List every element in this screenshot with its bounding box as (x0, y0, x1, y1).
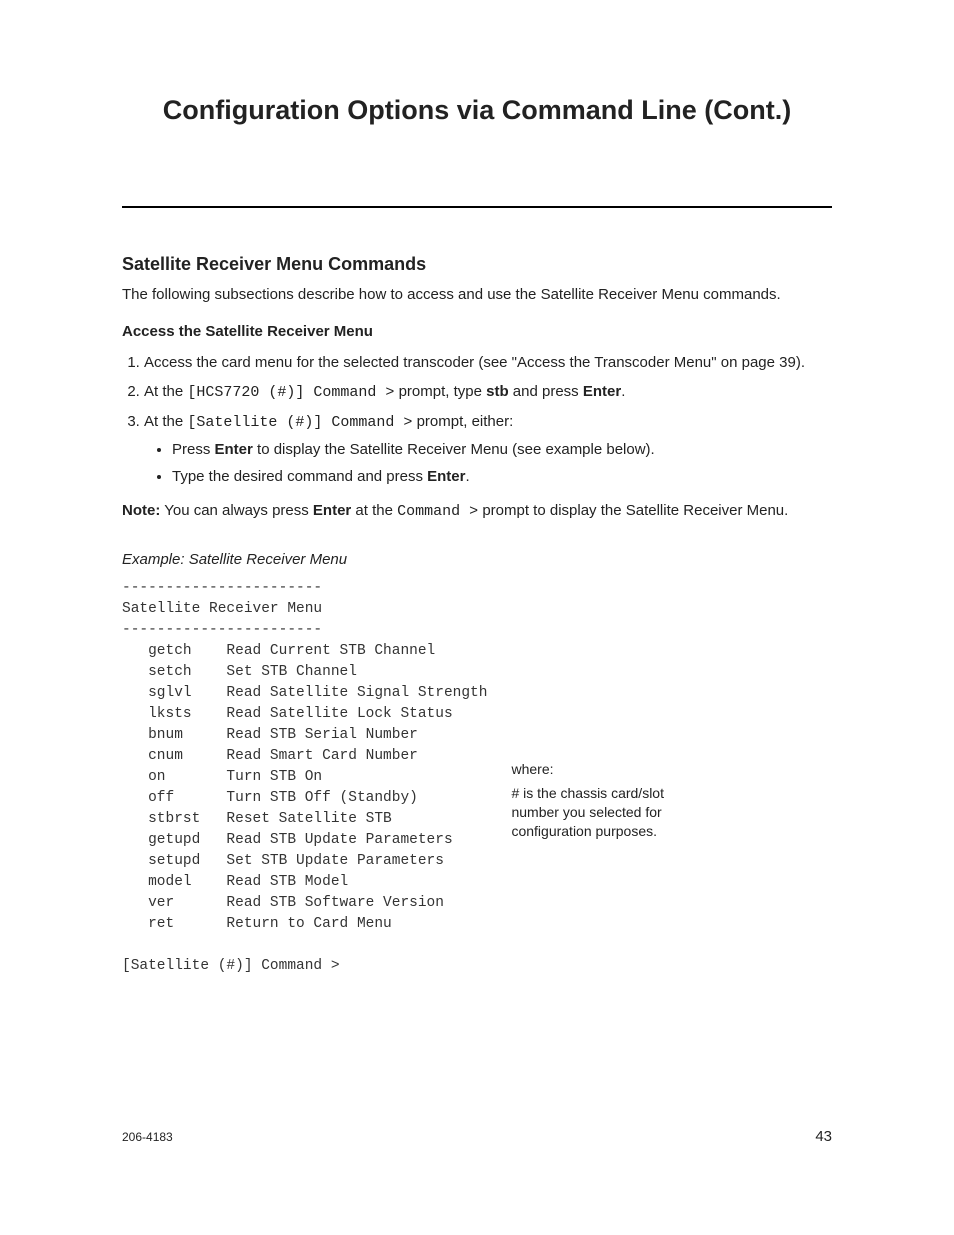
page-title: Configuration Options via Command Line (… (122, 95, 832, 126)
bullet-text: Press (172, 441, 215, 458)
key-name: Enter (313, 502, 351, 519)
annotation-box: where: # is the chassis card/slot number… (511, 760, 711, 842)
example-block: ----------------------- Satellite Receiv… (122, 578, 832, 977)
section-heading: Satellite Receiver Menu Commands (122, 254, 832, 275)
annotation-text: # is the chassis card/slot number you se… (511, 784, 711, 841)
menu-output: ----------------------- Satellite Receiv… (122, 578, 487, 977)
step-text: . (621, 383, 625, 400)
note-paragraph: Note: You can always press Enter at the … (122, 501, 832, 522)
bullet-text: Type the desired command and press (172, 468, 427, 485)
note-text: You can always press (160, 502, 313, 519)
footer-page-number: 43 (815, 1128, 832, 1145)
step-text: and press (509, 383, 583, 400)
bullet-text: . (465, 468, 469, 485)
step-item: Access the card menu for the selected tr… (144, 352, 832, 373)
note-text: prompt to display the Satellite Receiver… (478, 502, 788, 519)
step-text: At the (144, 383, 187, 400)
key-name: Enter (427, 468, 465, 485)
subsection-heading: Access the Satellite Receiver Menu (122, 323, 832, 340)
page-footer: 206-4183 43 (122, 1128, 832, 1145)
divider (122, 206, 832, 208)
bullet-text: to display the Satellite Receiver Menu (… (253, 441, 655, 458)
note-text: at the (351, 502, 397, 519)
footer-doc-number: 206-4183 (122, 1130, 173, 1144)
code-inline: [HCS7720 (#)] Command > (187, 384, 394, 401)
bullet-item: Press Enter to display the Satellite Rec… (172, 439, 832, 460)
bullet-item: Type the desired command and press Enter… (172, 466, 832, 487)
key-name: Enter (215, 441, 253, 458)
step-item: At the [Satellite (#)] Command > prompt,… (144, 411, 832, 487)
step-text: prompt, either: (412, 413, 513, 430)
step-text: prompt, type (394, 383, 486, 400)
step-list: Access the card menu for the selected tr… (122, 352, 832, 487)
command-name: stb (486, 383, 509, 400)
bullet-list: Press Enter to display the Satellite Rec… (144, 439, 832, 487)
note-label: Note: (122, 502, 160, 519)
example-label: Example: Satellite Receiver Menu (122, 551, 832, 568)
intro-paragraph: The following subsections describe how t… (122, 285, 832, 305)
code-inline: [Satellite (#)] Command > (187, 414, 412, 431)
key-name: Enter (583, 383, 621, 400)
step-text: At the (144, 413, 187, 430)
annotation-where: where: (511, 760, 711, 779)
step-item: At the [HCS7720 (#)] Command > prompt, t… (144, 381, 832, 403)
code-inline: Command > (397, 503, 478, 520)
step-text: Access the card menu for the selected tr… (144, 354, 805, 371)
